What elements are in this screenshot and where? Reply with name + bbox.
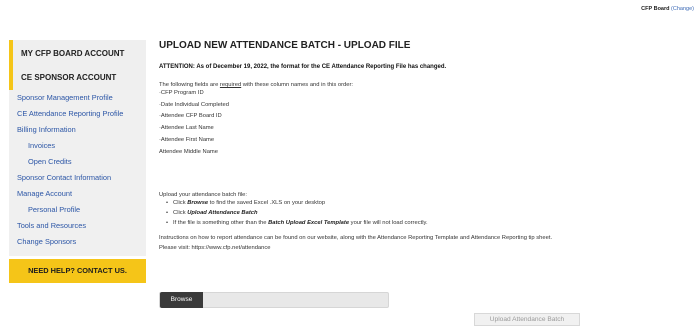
required-fields-list: ·CFP Program ID ·Date Individual Complet… — [159, 88, 579, 158]
step-emphasis: Batch Upload Excel Template — [268, 219, 350, 226]
sidebar-item-personal-profile[interactable]: Personal Profile — [17, 202, 138, 218]
file-input[interactable]: Browse — [159, 292, 389, 308]
instructions-text: Instructions on how to report attendance… — [159, 234, 553, 241]
step-emphasis: Upload Attendance Batch — [187, 210, 258, 217]
sidebar-item-manage-account[interactable]: Manage Account — [17, 186, 138, 202]
step-emphasis: Browse — [187, 200, 209, 207]
sidebar-item-sponsor-management-profile[interactable]: Sponsor Management Profile — [17, 90, 138, 106]
required-text: required — [219, 82, 242, 88]
main-content: UPLOAD NEW ATTENDANCE BATCH - UPLOAD FIL… — [159, 40, 579, 253]
field-item: ·Attendee Last Name — [159, 125, 214, 132]
step-text: Click — [173, 210, 188, 217]
org-name: CFP Board — [641, 6, 670, 12]
step-text: Click — [173, 200, 188, 207]
sidebar-item-ce-attendance-reporting-profile[interactable]: CE Attendance Reporting Profile — [17, 106, 138, 122]
field-item: ·Date Individual Completed — [159, 101, 229, 108]
my-cfp-board-account-heading[interactable]: MY CFP BOARD ACCOUNT — [9, 40, 146, 67]
field-item: ·CFP Program ID — [159, 90, 204, 96]
sidebar-item-invoices[interactable]: Invoices — [17, 138, 138, 154]
upload-attendance-batch-button[interactable]: Upload Attendance Batch — [474, 313, 580, 326]
step-browse: Click Browse to find the saved Excel .XL… — [166, 199, 579, 209]
need-help-contact-button[interactable]: NEED HELP? CONTACT US. — [9, 259, 146, 283]
sidebar: MY CFP BOARD ACCOUNT CE SPONSOR ACCOUNT … — [9, 40, 146, 256]
ce-sponsor-account-heading[interactable]: CE SPONSOR ACCOUNT — [9, 67, 146, 90]
top-account-bar: CFP Board (Change) — [641, 6, 694, 12]
step-text: If the file is something other than the — [173, 219, 269, 226]
page-title: UPLOAD NEW ATTENDANCE BATCH - UPLOAD FIL… — [159, 40, 411, 51]
step-text: your file will not load correctly. — [349, 219, 428, 226]
fields-intro-post: with these column names and in this orde… — [241, 82, 353, 88]
browse-button[interactable]: Browse — [160, 292, 203, 308]
field-item: ·Attendee First Name — [159, 136, 215, 143]
field-item: ·Attendee CFP Board ID — [159, 113, 222, 120]
close-paren: ) — [692, 6, 694, 12]
sidebar-menu: Sponsor Management Profile CE Attendance… — [9, 90, 146, 250]
upload-intro: Upload your attendance batch file: — [159, 192, 247, 199]
sidebar-item-change-sponsors[interactable]: Change Sponsors — [17, 234, 138, 250]
visit-url-text: Please visit: https://www.cfp.net/attend… — [159, 245, 271, 252]
sidebar-item-tools-and-resources[interactable]: Tools and Resources — [17, 218, 138, 234]
sidebar-item-billing-information[interactable]: Billing Information — [17, 122, 138, 138]
sidebar-item-open-credits[interactable]: Open Credits — [17, 154, 138, 170]
field-item: Attendee Middle Name — [159, 148, 218, 155]
step-upload: Click Upload Attendance Batch — [166, 209, 579, 219]
sidebar-item-sponsor-contact-information[interactable]: Sponsor Contact Information — [17, 170, 138, 186]
change-link[interactable]: Change — [673, 6, 692, 12]
step-text: to find the saved Excel .XLS on your des… — [208, 200, 326, 207]
step-template-warning: If the file is something other than the … — [166, 219, 579, 229]
attention-notice: ATTENTION: As of December 19, 2022, the … — [159, 64, 447, 70]
upload-steps: Click Browse to find the saved Excel .XL… — [159, 199, 579, 228]
